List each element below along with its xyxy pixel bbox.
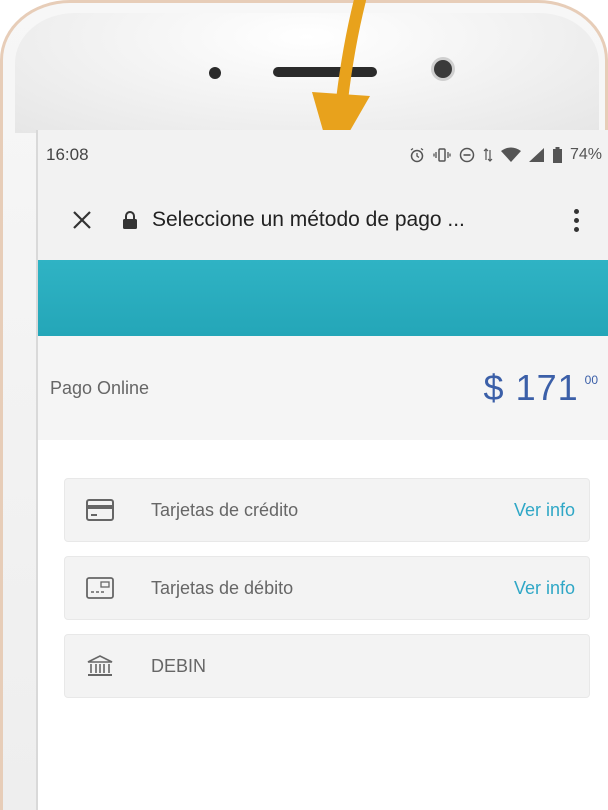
proximity-sensor bbox=[209, 67, 221, 79]
method-label: DEBIN bbox=[151, 655, 207, 676]
payment-amount: $ 171 00 bbox=[484, 367, 598, 409]
amount-value: $ 171 bbox=[483, 367, 579, 408]
app-bar: Seleccione un método de pago ... bbox=[38, 180, 608, 260]
wifi-icon bbox=[500, 147, 521, 162]
more-vert-icon bbox=[573, 208, 579, 214]
method-label: Tarjetas de débito bbox=[151, 577, 294, 598]
payment-summary: Pago Online $ 171 00 bbox=[38, 336, 608, 440]
vibrate-icon bbox=[433, 148, 451, 162]
ver-info-link[interactable]: Ver info bbox=[514, 500, 575, 521]
data-arrows-icon bbox=[483, 148, 493, 162]
signal-icon bbox=[528, 148, 544, 162]
header-banner bbox=[38, 260, 608, 336]
close-icon bbox=[73, 211, 91, 229]
payment-methods-list: Tarjetas de crédito Ver info Tarjetas de… bbox=[64, 478, 590, 712]
bank-icon bbox=[85, 654, 115, 678]
status-icons: 74% bbox=[409, 146, 602, 164]
credit-card-icon bbox=[85, 498, 115, 522]
status-time: 16:08 bbox=[46, 145, 89, 164]
method-credit-card[interactable]: Tarjetas de crédito Ver info bbox=[64, 478, 590, 542]
page-title: Seleccione un método de pago ... bbox=[152, 208, 465, 231]
ver-info-link[interactable]: Ver info bbox=[514, 578, 575, 599]
method-debit-card[interactable]: Tarjetas de débito Ver info bbox=[64, 556, 590, 620]
phone-screen: 16:08 74% Seleccione un método de pago .… bbox=[36, 130, 608, 810]
status-bar: 16:08 74% bbox=[38, 130, 608, 180]
method-label: Tarjetas de crédito bbox=[151, 499, 299, 520]
amount-cents: 00 bbox=[584, 373, 598, 387]
method-debin[interactable]: DEBIN bbox=[64, 634, 590, 698]
more-options-button[interactable] bbox=[566, 200, 586, 240]
front-camera bbox=[434, 60, 452, 78]
dnd-icon bbox=[459, 147, 475, 163]
payment-label: Pago Online bbox=[50, 377, 150, 398]
close-button[interactable] bbox=[52, 190, 112, 250]
lock-icon bbox=[123, 211, 137, 229]
battery-percentage: 74% bbox=[569, 146, 602, 163]
earpiece-speaker bbox=[273, 67, 377, 77]
battery-icon bbox=[552, 147, 562, 163]
debit-card-icon bbox=[85, 576, 115, 600]
alarm-icon bbox=[410, 147, 424, 163]
